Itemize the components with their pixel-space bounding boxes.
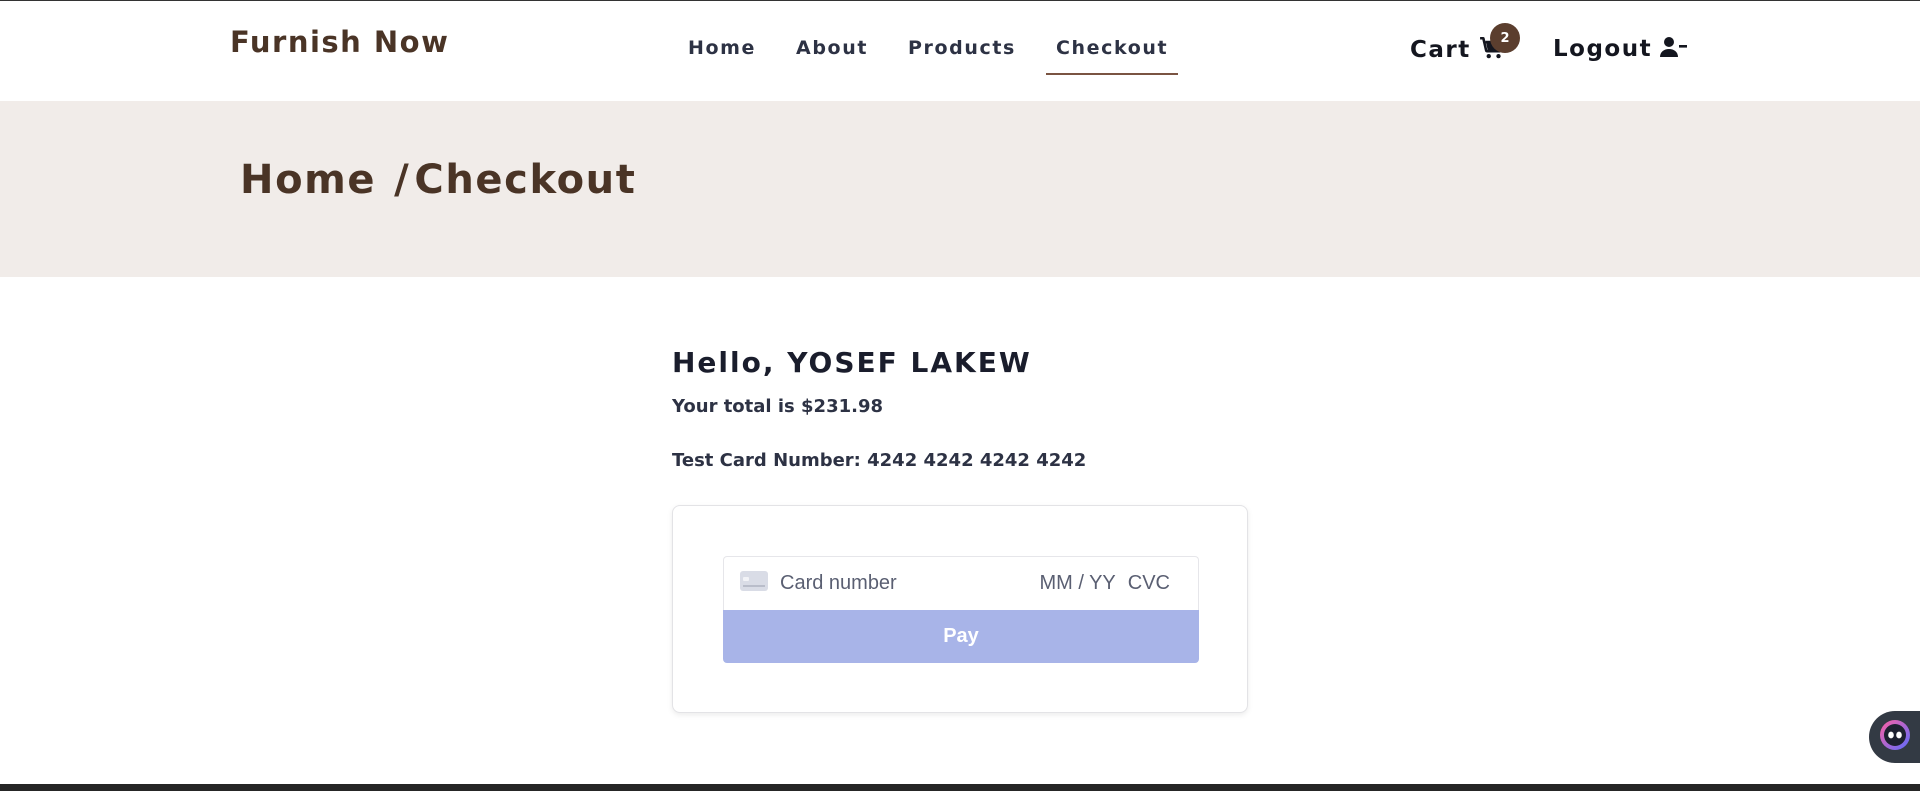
greeting-heading: Hello, YOSEF LAKEW [672,346,1032,379]
logout-link[interactable]: Logout [1553,35,1688,63]
user-minus-icon [1652,35,1688,63]
card-input-group: Card number MM / YY CVC [723,556,1199,610]
order-total: Your total is $231.98 [672,396,883,417]
nav-item-products[interactable]: Products [898,37,1026,75]
pay-button[interactable]: Pay [723,610,1199,663]
card-expiry-input[interactable]: MM / YY [1039,572,1115,595]
checkout-main: Hello, YOSEF LAKEW Your total is $231.98… [672,346,1252,474]
main-nav: Home About Products Checkout [678,37,1198,75]
chat-widget-button[interactable] [1869,711,1920,763]
breadcrumb-separator: / [394,157,411,203]
brand-logo[interactable]: Furnish Now [230,25,449,59]
cart-count-badge: 2 [1490,23,1520,53]
logout-label: Logout [1553,36,1653,62]
cart-link[interactable]: Cart 2 [1410,23,1520,65]
nav-item-about[interactable]: About [786,37,878,75]
chat-bot-icon [1879,719,1911,755]
breadcrumb-home[interactable]: Home [240,157,376,203]
nav-item-home[interactable]: Home [678,37,766,75]
test-card-hint: Test Card Number: 4242 4242 4242 4242 [672,450,1087,471]
card-cvc-input[interactable]: CVC [1128,572,1170,595]
site-header: Furnish Now Home About Products Checkout… [0,1,1920,101]
nav-item-checkout[interactable]: Checkout [1045,37,1179,75]
credit-card-icon [724,570,768,597]
breadcrumb: Home / Checkout [240,157,636,203]
breadcrumb-banner: Home / Checkout [0,101,1920,277]
payment-form-card: Card number MM / YY CVC Pay [672,505,1248,713]
breadcrumb-current: Checkout [414,157,637,203]
card-number-input[interactable]: Card number [780,572,1039,595]
footer-bar [0,784,1920,791]
cart-label: Cart [1410,37,1471,63]
